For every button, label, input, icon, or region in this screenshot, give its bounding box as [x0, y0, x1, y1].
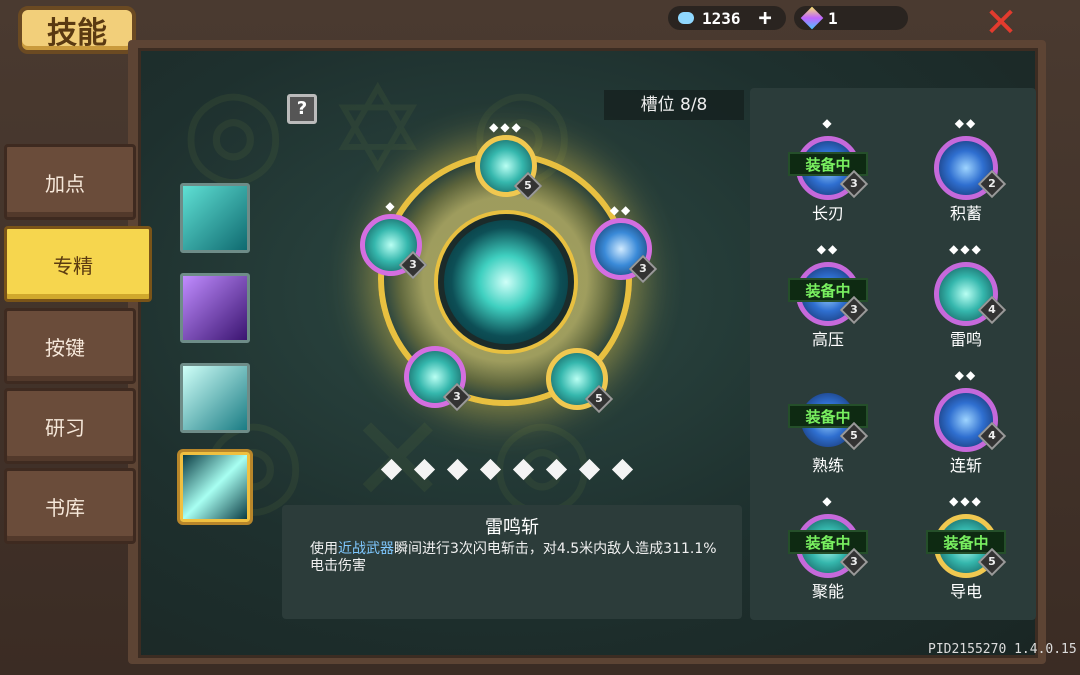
tab-mastery[interactable]: 专精 — [4, 226, 152, 302]
skill-card-name: 长刃 — [811, 204, 844, 223]
skill-card-name: 雷鸣 — [949, 330, 982, 349]
wheel-node-top[interactable]: ◆◆◆ 5 — [475, 120, 543, 201]
weapon-keyword: 近战武器 — [338, 541, 394, 557]
wheel-node-bottom-right[interactable]: 5 — [546, 348, 614, 414]
slot-diamond — [413, 458, 436, 481]
selected-skill-orb[interactable] — [438, 214, 574, 350]
wheel-node-bottom-left[interactable]: 3 — [404, 346, 472, 412]
skill-card-name: 连斩 — [949, 456, 982, 475]
skill-grade: ◆◆◆ — [949, 242, 983, 256]
skill-category-ice[interactable] — [180, 363, 250, 433]
skill-grade: ◆◆◆ — [949, 494, 983, 508]
skill-card-name: 积蓄 — [949, 204, 982, 223]
wheel-node-right[interactable]: ◆◆ 3 — [590, 203, 658, 284]
gem-icon — [678, 12, 694, 24]
skill-grade: ◆◆ — [954, 368, 978, 382]
skill-card-name: 高压 — [811, 330, 844, 349]
skill-grade: ◆ — [822, 494, 834, 508]
tab-library[interactable]: 书库 — [4, 468, 136, 544]
skill-description-panel: 雷鸣斩 使用近战武器瞬间进行3次闪电斩击，对4.5米内敌人造成311.1%电击伤… — [282, 505, 742, 619]
crystal-counter: 1 — [794, 6, 908, 30]
slot-diamond — [512, 458, 535, 481]
skill-category-dark[interactable] — [180, 273, 250, 343]
slot-diamond — [446, 458, 469, 481]
tab-keys[interactable]: 按键 — [4, 308, 136, 384]
help-button[interactable]: ? — [287, 94, 317, 124]
crystal-icon — [800, 6, 824, 30]
skill-description: 使用近战武器瞬间进行3次闪电斩击，对4.5米内敌人造成311.1%电击伤害 — [310, 541, 717, 574]
skill-list-panel: ◆ 装备中 3 长刃 ◆◆ 2 积蓄 ◆◆ 装备中 3 高压 ◆◆◆ 4 雷鸣 … — [750, 88, 1036, 620]
node-grade: ◆◆◆ — [489, 120, 523, 134]
skill-card-name: 聚能 — [811, 582, 844, 601]
add-gems-button[interactable]: + — [759, 6, 772, 31]
skill-card-name: 导电 — [949, 582, 982, 601]
node-grade: ◆ — [385, 199, 397, 213]
skill-name: 雷鸣斩 — [485, 517, 539, 538]
gem-counter: 1236 + — [668, 6, 786, 31]
node-grade: ◆◆ — [609, 203, 633, 217]
top-bar: 1236 + 1 — [150, 0, 1050, 38]
slot-counter: 槽位 8/8 — [604, 90, 744, 120]
gem-amount: 1236 — [702, 8, 741, 28]
wheel-node-left[interactable]: ◆ 3 — [360, 199, 428, 280]
tab-points[interactable]: 加点 — [4, 144, 136, 220]
slot-diamond — [479, 458, 502, 481]
page-title: 技能 — [18, 6, 136, 54]
skill-category-wind[interactable] — [180, 183, 250, 253]
slot-indicator — [380, 458, 634, 482]
tab-study[interactable]: 研习 — [4, 388, 136, 464]
build-info: PID2155270 1.4.0.15 — [928, 642, 1077, 657]
slot-diamond — [611, 458, 634, 481]
skill-grade: ◆◆ — [816, 242, 840, 256]
slot-diamond — [380, 458, 403, 481]
skill-card-name: 熟练 — [811, 456, 844, 475]
crystal-amount: 1 — [828, 8, 838, 28]
slot-diamond — [578, 458, 601, 481]
slot-diamond — [545, 458, 568, 481]
skill-grade: ◆ — [822, 116, 834, 130]
skill-grade: ◆◆ — [954, 116, 978, 130]
close-button[interactable]: ✕ — [982, 3, 1020, 43]
skill-category-thunder[interactable] — [180, 452, 250, 522]
